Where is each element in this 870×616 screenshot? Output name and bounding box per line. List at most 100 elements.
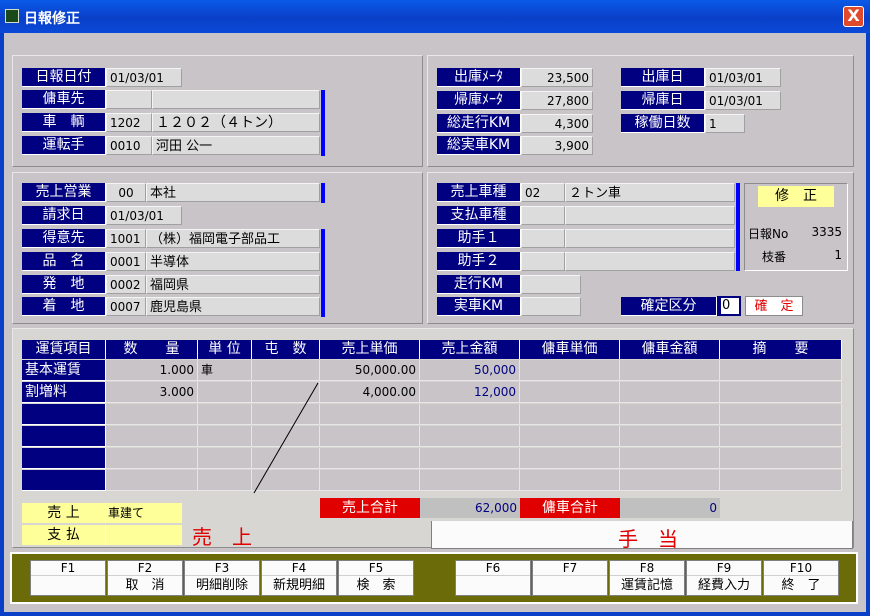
- fkey-label: 経費入力: [687, 575, 761, 595]
- table-cell[interactable]: [198, 382, 252, 403]
- origin-name-field: 福岡県: [146, 275, 320, 294]
- table-cell[interactable]: 12,000: [420, 382, 520, 403]
- row-item-label[interactable]: [22, 404, 106, 425]
- table-cell[interactable]: [620, 404, 720, 425]
- table-cell[interactable]: [720, 426, 842, 447]
- table-cell[interactable]: [320, 404, 420, 425]
- table-cell[interactable]: [520, 382, 620, 403]
- nippo-no-value: 3335: [811, 225, 842, 239]
- row-item-label[interactable]: 割増料: [22, 382, 106, 403]
- table-cell[interactable]: [620, 426, 720, 447]
- yousha-code-field[interactable]: [106, 90, 152, 109]
- table-cell[interactable]: [620, 360, 720, 381]
- table-cell[interactable]: 車: [198, 360, 252, 381]
- confirm-input[interactable]: 0: [717, 296, 741, 316]
- table-cell[interactable]: [720, 470, 842, 491]
- fkey-number: F7: [562, 561, 578, 575]
- table-cell[interactable]: [620, 448, 720, 469]
- fkey-f5-button[interactable]: F5 検 索: [338, 560, 414, 596]
- table-cell[interactable]: [620, 470, 720, 491]
- sales-office-code-field[interactable]: 00: [106, 183, 146, 202]
- table-cell[interactable]: [106, 426, 198, 447]
- confirm-text: 確 定: [745, 296, 803, 316]
- table-cell[interactable]: [198, 404, 252, 425]
- row-item-label[interactable]: [22, 448, 106, 469]
- work-days-field[interactable]: 1: [705, 114, 745, 133]
- fkey-f10-button[interactable]: F10 終 了: [763, 560, 839, 596]
- fkey-f8-button[interactable]: F8 運賃記憶: [609, 560, 685, 596]
- sales-office-name-field: 本社: [146, 183, 320, 202]
- fkey-f7-button[interactable]: F7: [532, 560, 608, 596]
- uriage-field[interactable]: 車建て: [106, 503, 182, 523]
- customer-code-field[interactable]: 1001: [106, 229, 146, 248]
- table-cell[interactable]: [106, 404, 198, 425]
- row-item-label[interactable]: 基本運賃: [22, 360, 106, 381]
- table-cell[interactable]: 3.000: [106, 382, 198, 403]
- fkey-f6-button[interactable]: F6: [455, 560, 531, 596]
- fkey-f1-button[interactable]: F1: [30, 560, 106, 596]
- table-cell[interactable]: [720, 382, 842, 403]
- invoice-date-field[interactable]: 01/03/01: [106, 206, 182, 225]
- depart-meter-field[interactable]: 23,500: [521, 68, 593, 87]
- table-cell[interactable]: [520, 360, 620, 381]
- table-cell[interactable]: [320, 448, 420, 469]
- depart-date-field[interactable]: 01/03/01: [705, 68, 781, 87]
- table-cell[interactable]: [420, 448, 520, 469]
- real-km-field[interactable]: [521, 297, 581, 316]
- table-cell[interactable]: 4,000.00: [320, 382, 420, 403]
- table-cell[interactable]: [720, 448, 842, 469]
- table-cell[interactable]: [720, 360, 842, 381]
- fkey-number: F10: [789, 561, 813, 575]
- row-item-label[interactable]: [22, 470, 106, 491]
- table-cell[interactable]: 50,000: [420, 360, 520, 381]
- table-cell[interactable]: [198, 470, 252, 491]
- shiharai-field[interactable]: [106, 525, 182, 545]
- table-cell[interactable]: [320, 470, 420, 491]
- run-km-field[interactable]: [521, 275, 581, 294]
- helper2-code-field[interactable]: [521, 252, 565, 271]
- return-meter-field[interactable]: 27,800: [521, 91, 593, 110]
- fkey-label: 終 了: [764, 575, 838, 595]
- table-cell[interactable]: [520, 404, 620, 425]
- table-cell[interactable]: [520, 470, 620, 491]
- nippo-date-field[interactable]: 01/03/01: [106, 68, 182, 87]
- table-cell[interactable]: [420, 426, 520, 447]
- pay-type-code-field[interactable]: [521, 206, 565, 225]
- fkey-f3-button[interactable]: F3 明細削除: [184, 560, 260, 596]
- table-cell[interactable]: [520, 448, 620, 469]
- header-sales-price: 売上単価: [320, 340, 420, 359]
- table-cell[interactable]: [520, 426, 620, 447]
- fkey-f4-button[interactable]: F4 新規明細: [261, 560, 337, 596]
- table-cell[interactable]: [106, 448, 198, 469]
- item-code-field[interactable]: 0001: [106, 252, 146, 271]
- table-cell[interactable]: [720, 404, 842, 425]
- table-cell[interactable]: [420, 470, 520, 491]
- helper1-code-field[interactable]: [521, 229, 565, 248]
- big-allowance-label: 手 当: [618, 527, 678, 551]
- table-cell[interactable]: [106, 470, 198, 491]
- pay-type-label: 支払車種: [437, 206, 521, 225]
- fkey-f9-button[interactable]: F9 経費入力: [686, 560, 762, 596]
- table-cell[interactable]: [620, 382, 720, 403]
- fkey-label: [533, 575, 607, 595]
- table-cell[interactable]: [320, 426, 420, 447]
- driver-code-field[interactable]: 0010: [106, 136, 152, 155]
- return-date-field[interactable]: 01/03/01: [705, 91, 781, 110]
- row-item-label[interactable]: [22, 426, 106, 447]
- sharyo-code-field[interactable]: 1202: [106, 113, 152, 132]
- table-cell[interactable]: [198, 448, 252, 469]
- sales-total-value: 62,000: [420, 498, 520, 518]
- table-cell[interactable]: 1.000: [106, 360, 198, 381]
- table-cell[interactable]: 50,000.00: [320, 360, 420, 381]
- nippo-no-label: 日報No: [748, 227, 789, 241]
- close-button[interactable]: X: [843, 6, 864, 27]
- origin-code-field[interactable]: 0002: [106, 275, 146, 294]
- table-cell[interactable]: [198, 426, 252, 447]
- table-cell[interactable]: [252, 360, 320, 381]
- helper1-label: 助手１: [437, 229, 521, 248]
- branch-label: 枝番: [762, 250, 787, 264]
- table-cell[interactable]: [420, 404, 520, 425]
- sales-type-code-field[interactable]: 02: [521, 183, 565, 202]
- dest-code-field[interactable]: 0007: [106, 297, 146, 316]
- fkey-f2-button[interactable]: F2 取 消: [107, 560, 183, 596]
